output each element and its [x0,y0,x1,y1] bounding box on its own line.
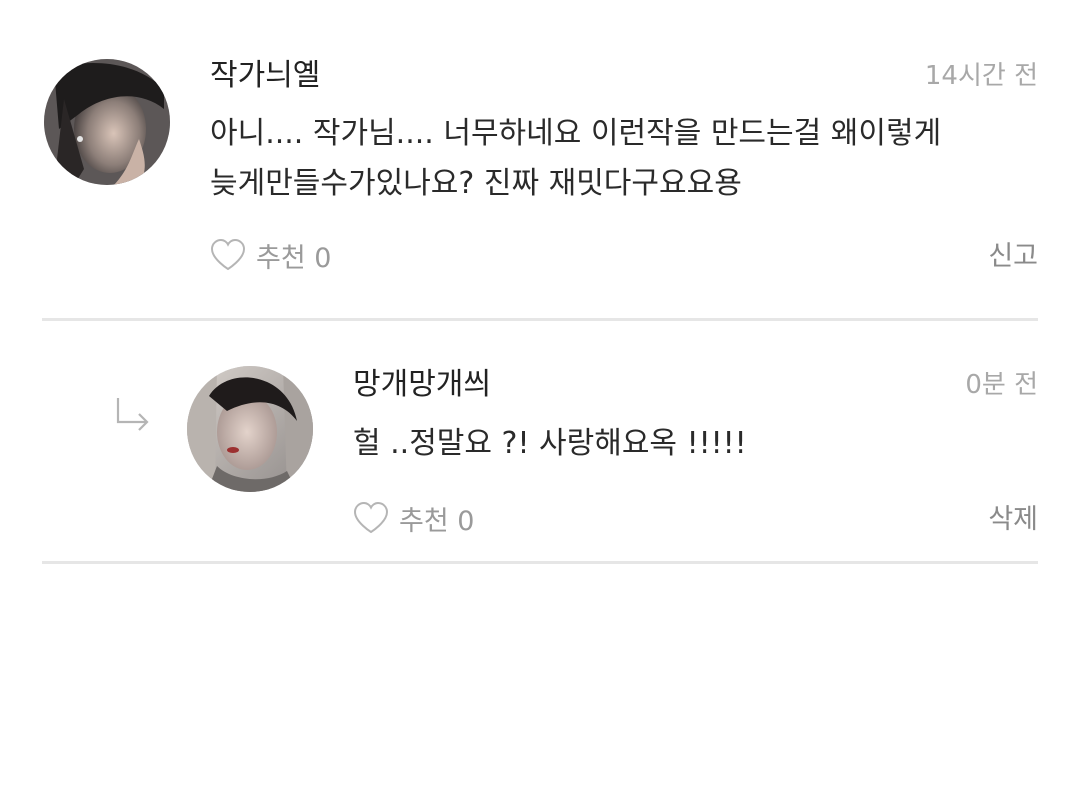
heart-icon [353,501,389,534]
divider [42,318,1038,321]
avatar[interactable] [187,366,313,492]
reply-timestamp: 0분 전 [965,370,1038,400]
comment-timestamp: 14시간 전 [924,61,1038,91]
report-button[interactable]: 신고 [988,237,1038,277]
divider [42,561,1038,564]
profile-photo [44,59,170,185]
like-count-label: 추천 0 [256,242,332,274]
reply-text: 헐 ..정말요 ?! 사랑해요옥 !!!!! [353,426,747,461]
like-button[interactable]: 추천 0 [208,235,331,275]
comment-username[interactable]: 작가늬옐 [210,56,320,96]
like-count-label: 추천 0 [399,505,475,537]
reply-username[interactable]: 망개망개씌 [353,365,491,405]
reply-arrow-icon [116,398,149,431]
comment-text-line: 늦게만들수가있나요? 진짜 재밋다구요요용 [210,166,742,201]
avatar[interactable] [44,59,170,185]
profile-photo [187,366,313,492]
comment-text: 아니.... 작가님.... 너무하네요 이런작을 만드는걸 왜이렇게 늦게만들… [210,109,1030,209]
like-button[interactable]: 추천 0 [351,498,474,538]
comment-text-line: 아니.... 작가님.... 너무하네요 이런작을 만드는걸 왜이렇게 [210,116,942,151]
delete-button[interactable]: 삭제 [988,500,1038,540]
heart-icon [210,238,246,271]
